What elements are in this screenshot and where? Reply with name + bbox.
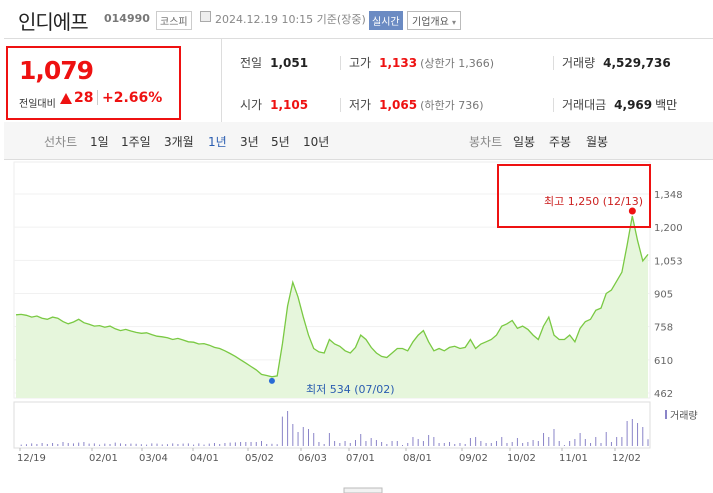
diff-label: 전일대비 <box>19 99 56 110</box>
volume-bars <box>13 401 651 449</box>
line-chart-label: 선차트 <box>44 135 78 149</box>
y-tick-label: 1,053 <box>654 256 683 267</box>
timestamp: 2024.12.19 10:15 기준(장중) <box>215 13 366 26</box>
stat-label: 고가 <box>349 56 372 70</box>
chart-scroll-handle[interactable] <box>343 487 383 493</box>
volume-frame <box>13 401 651 449</box>
divider <box>553 98 554 112</box>
price-diff: 28 <box>74 90 94 106</box>
stat-amount: 거래대금 4,969 백만 <box>562 96 677 113</box>
stat-unit: 백만 <box>655 98 678 112</box>
x-tick-label: 04/01 <box>190 453 219 464</box>
stat-value: 4,969 <box>614 98 653 112</box>
stat-sub: (상한가 1,366) <box>420 57 494 70</box>
stat-value: 1,133 <box>379 56 418 70</box>
x-tick-label: 05/02 <box>245 453 274 464</box>
tab-3y[interactable]: 3년 <box>240 133 259 150</box>
x-tick-label: 12/02 <box>612 453 641 464</box>
stat-label: 저가 <box>349 98 372 112</box>
candle-chart-label: 봉차트 <box>469 135 503 149</box>
tab-monthly[interactable]: 월봉 <box>586 133 608 150</box>
x-tick-label: 11/01 <box>559 453 588 464</box>
stat-label: 시가 <box>240 98 263 112</box>
price-area <box>16 216 648 398</box>
y-axis: 1,348 1,200 1,053 905 758 610 462 <box>654 190 683 400</box>
y-tick-label: 1,348 <box>654 190 683 201</box>
stat-volume: 거래량 4,529,736 <box>562 54 671 71</box>
x-tick-label: 06/03 <box>298 453 327 464</box>
x-tick-label: 10/02 <box>507 453 536 464</box>
stat-low: 저가 1,065 (하한가 736) <box>349 96 484 113</box>
calendar-icon <box>200 11 211 22</box>
current-price: 1,079 <box>19 56 94 85</box>
stat-value: 1,051 <box>270 56 309 70</box>
divider <box>340 56 341 70</box>
divider <box>97 90 98 105</box>
stat-value: 1,105 <box>270 98 309 112</box>
divider <box>340 98 341 112</box>
y-tick-label: 758 <box>654 323 673 334</box>
stat-high: 고가 1,133 (상한가 1,366) <box>349 54 494 71</box>
divider <box>553 56 554 70</box>
volume-legend-swatch <box>665 410 667 419</box>
stock-name: 인디에프 <box>18 10 89 34</box>
x-tick-label: 07/01 <box>346 453 375 464</box>
stat-label: 거래량 <box>562 56 596 70</box>
y-tick-label: 462 <box>654 389 673 400</box>
tab-daily[interactable]: 일봉 <box>513 133 535 150</box>
x-tick-label: 08/01 <box>403 453 432 464</box>
volume-legend-label: 거래량 <box>670 410 698 422</box>
max-highlight-box <box>497 164 651 228</box>
stat-sub: (하한가 736) <box>420 99 484 112</box>
stat-open: 시가 1,105 <box>240 96 308 113</box>
x-tick-label: 03/04 <box>139 453 168 464</box>
tab-1y[interactable]: 1년 <box>208 133 227 150</box>
min-point <box>268 377 275 384</box>
stock-header: 인디에프 014990 코스피 2024.12.19 10:15 기준(장중) … <box>0 0 713 38</box>
y-tick-label: 1,200 <box>654 223 683 234</box>
y-tick-label: 610 <box>654 356 673 367</box>
price-pct: +2.66% <box>102 90 163 106</box>
realtime-badge[interactable]: 실시간 <box>369 11 403 30</box>
stock-code: 014990 <box>104 12 150 25</box>
y-tick-label: 905 <box>654 290 673 301</box>
chevron-down-icon: ▾ <box>452 18 457 27</box>
tab-1d[interactable]: 1일 <box>90 133 109 150</box>
tab-1w[interactable]: 1주일 <box>121 133 151 150</box>
stat-label: 거래대금 <box>562 98 607 112</box>
stat-label: 전일 <box>240 56 263 70</box>
x-tick-label: 09/02 <box>459 453 488 464</box>
tab-weekly[interactable]: 주봉 <box>549 133 571 150</box>
x-tick-label: 02/01 <box>89 453 118 464</box>
corp-info-dropdown[interactable]: 기업개요 ▾ <box>407 11 462 30</box>
stat-value: 1,065 <box>379 98 418 112</box>
up-arrow-icon <box>60 93 72 104</box>
x-axis: 12/19 02/01 03/04 04/01 05/02 06/03 07/01 08/01… <box>17 448 641 464</box>
corp-info-label: 기업개요 <box>412 17 449 28</box>
tab-5y[interactable]: 5년 <box>271 133 290 150</box>
tab-3m[interactable]: 3개월 <box>164 133 194 150</box>
stat-prev: 전일 1,051 <box>240 54 308 71</box>
min-label: 최저 534 (07/02) <box>306 383 395 396</box>
tab-10y[interactable]: 10년 <box>303 133 329 150</box>
market-badge: 코스피 <box>156 11 192 30</box>
x-tick-label: 12/19 <box>17 453 46 464</box>
stat-value: 4,529,736 <box>603 56 671 70</box>
